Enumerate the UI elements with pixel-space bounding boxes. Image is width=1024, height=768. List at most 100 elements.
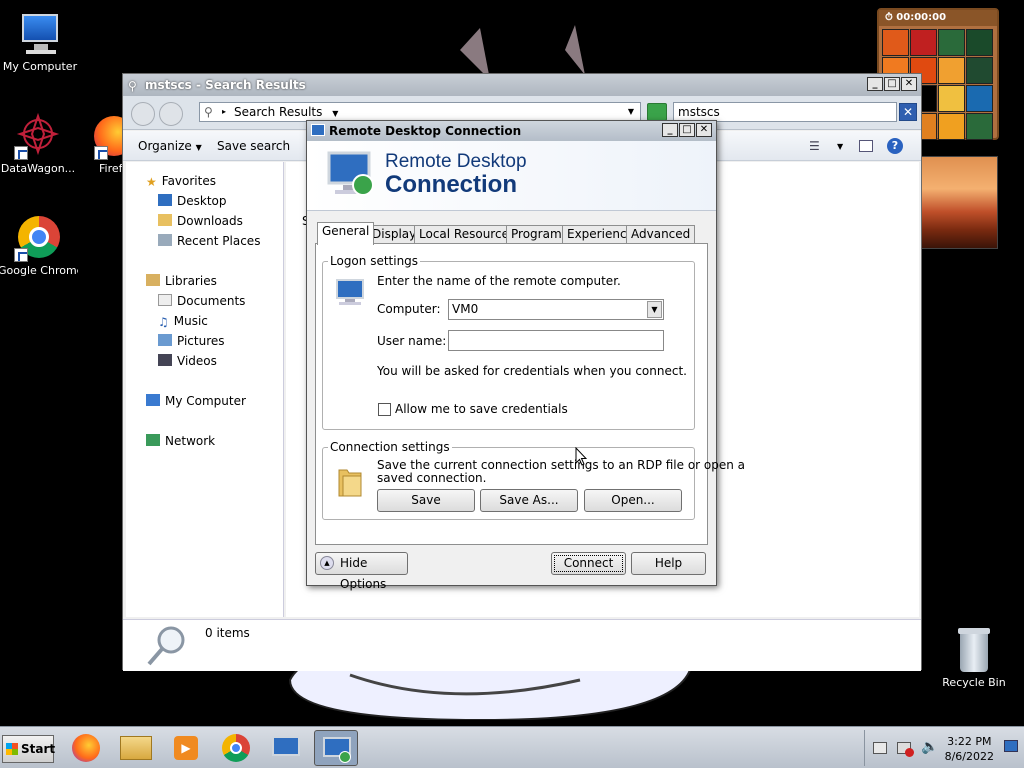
address-dropdown-icon[interactable]: ▼ (628, 103, 634, 121)
desktop-icon-firefox[interactable]: Firef (82, 112, 122, 175)
tab-general[interactable]: General (317, 222, 375, 245)
forward-button[interactable] (159, 102, 183, 126)
help-icon[interactable]: ? (887, 138, 903, 154)
taskbar-chrome-button[interactable] (214, 730, 258, 766)
taskbar-computer-button[interactable] (264, 730, 308, 766)
computer-value: VM0 (452, 302, 479, 316)
desktop-icon-recycle-bin[interactable]: Recycle Bin (934, 626, 1014, 689)
nav-favorites[interactable]: ★ Favorites (146, 172, 216, 190)
maximize-button[interactable]: □ (679, 123, 695, 137)
clock-date: 8/6/2022 (944, 750, 994, 763)
logon-settings-legend: Logon settings (330, 254, 419, 268)
chevron-down-icon[interactable]: ▼ (647, 301, 662, 318)
rdp-dialog[interactable]: Remote Desktop Connection _ □ ✕ Remote D… (306, 120, 745, 591)
tab-local-resources[interactable]: Local Resources (414, 225, 521, 244)
system-tray: 🔈 3:22 PM 8/6/2022 (864, 730, 1022, 766)
open-button[interactable]: Open... (584, 489, 682, 512)
puzzle-timer: ⏱ 00:00:00 (879, 10, 997, 26)
computer-icon (16, 10, 64, 58)
allow-save-credentials-checkbox[interactable] (378, 403, 391, 416)
computer-icon (146, 394, 160, 406)
nav-my-computer[interactable]: My Computer (146, 392, 246, 410)
taskbar-rdp-button[interactable] (314, 730, 358, 766)
navigation-pane: ★ Favorites Desktop Downloads Recent Plac… (126, 162, 284, 617)
start-button[interactable]: Start (2, 735, 55, 763)
volume-icon[interactable]: 🔈 (921, 739, 938, 755)
connect-button[interactable]: Connect (551, 552, 626, 575)
search-input[interactable]: mstscs (673, 102, 897, 122)
chevron-down-icon[interactable]: ▼ (332, 109, 338, 118)
nav-libraries[interactable]: Libraries (146, 272, 217, 290)
shortcut-arrow-icon (14, 146, 28, 160)
nav-documents[interactable]: Documents (158, 292, 245, 310)
shortcut-arrow-icon (14, 248, 28, 262)
nav-desktop[interactable]: Desktop (158, 192, 227, 210)
desktop-icon-label: My Computer (2, 60, 78, 73)
help-button[interactable]: Help (631, 552, 706, 575)
nav-recent-places[interactable]: Recent Places (158, 232, 260, 250)
views-dropdown-icon[interactable]: ▼ (837, 142, 843, 151)
computer-icon (336, 279, 364, 305)
save-search-button[interactable]: Save search (217, 139, 290, 153)
minimize-button[interactable]: _ (867, 77, 883, 91)
desktop-icon-label: DataWagon... (0, 162, 76, 175)
nav-pictures[interactable]: Pictures (158, 332, 225, 350)
desktop-icon-chrome[interactable]: Google Chrome (0, 214, 78, 277)
computer-combobox[interactable]: VM0 ▼ (448, 299, 664, 320)
general-tab-panel: Logon settings Enter the name of the rem… (315, 243, 745, 545)
computer-icon (272, 736, 300, 756)
desktop-icon-label: Recycle Bin (942, 676, 1006, 689)
refresh-button[interactable] (647, 103, 667, 121)
allow-save-credentials-label: Allow me to save credentials (395, 402, 568, 416)
address-bar[interactable]: ⚲ ▸ Search Results ▼ ▼ (199, 102, 641, 122)
details-pane: 0 items (123, 619, 921, 671)
recycle-bin-icon (950, 626, 998, 674)
explorer-titlebar[interactable]: ⚲ mstscs - Search Results _ □ ✕ (123, 74, 921, 96)
save-as-button[interactable]: Save As... (480, 489, 578, 512)
taskbar-explorer-button[interactable] (114, 730, 158, 766)
clock-time: 3:22 PM (947, 735, 992, 748)
nav-videos[interactable]: Videos (158, 352, 217, 370)
save-button[interactable]: Save (377, 489, 475, 512)
close-button[interactable]: ✕ (901, 77, 917, 91)
chevron-up-icon: ▲ (320, 556, 334, 570)
hide-options-button[interactable]: ▲ Hide Options (315, 552, 408, 591)
logon-prompt: Enter the name of the remote computer. (377, 274, 621, 288)
connection-settings-group: Connection settings Save the current con… (322, 440, 745, 520)
slideshow-gadget[interactable] (920, 156, 998, 249)
mouse-cursor-icon (575, 447, 587, 466)
rdp-titlebar[interactable]: Remote Desktop Connection _ □ ✕ (307, 121, 716, 141)
organize-button[interactable]: Organize ▼ (138, 139, 202, 153)
network-icon (146, 434, 160, 446)
clock[interactable]: 3:22 PM 8/6/2022 (945, 734, 994, 764)
tab-advanced[interactable]: Advanced (626, 225, 696, 244)
desktop-icon-my-computer[interactable]: My Computer (0, 10, 80, 73)
search-results-icon: ⚲ (204, 105, 213, 119)
maximize-button[interactable]: □ (884, 77, 900, 91)
taskbar-media-player-button[interactable]: ▶ (164, 730, 208, 766)
logon-settings-group: Logon settings Enter the name of the rem… (322, 254, 695, 430)
minimize-button[interactable]: _ (662, 123, 678, 137)
item-count: 0 items (205, 626, 250, 640)
nav-network[interactable]: Network (146, 432, 215, 450)
clear-search-button[interactable]: ✕ (899, 103, 917, 121)
show-desktop-icon[interactable] (1004, 740, 1018, 752)
pictures-icon (158, 334, 172, 346)
nav-music[interactable]: ♫ Music (158, 312, 208, 330)
rdp-banner: Remote Desktop Connection (307, 141, 716, 211)
desktop-icon-datawagon[interactable]: DataWagon... (0, 112, 78, 175)
address-text: Search Results (234, 105, 323, 119)
taskbar-firefox-button[interactable] (64, 730, 108, 766)
views-icon[interactable]: ☰ (809, 139, 820, 153)
action-center-icon[interactable] (873, 742, 887, 754)
nav-downloads[interactable]: Downloads (158, 212, 243, 230)
videos-icon (158, 354, 172, 366)
taskbar: Start ▶ 🔈 3:22 PM 8/6/2022 (0, 726, 1024, 768)
username-field[interactable] (448, 330, 664, 351)
preview-pane-icon[interactable] (859, 140, 873, 152)
back-button[interactable] (131, 102, 155, 126)
desktop-icon (158, 194, 172, 206)
username-label: User name: (377, 334, 447, 348)
shortcut-arrow-icon (94, 146, 108, 160)
close-button[interactable]: ✕ (696, 123, 712, 137)
